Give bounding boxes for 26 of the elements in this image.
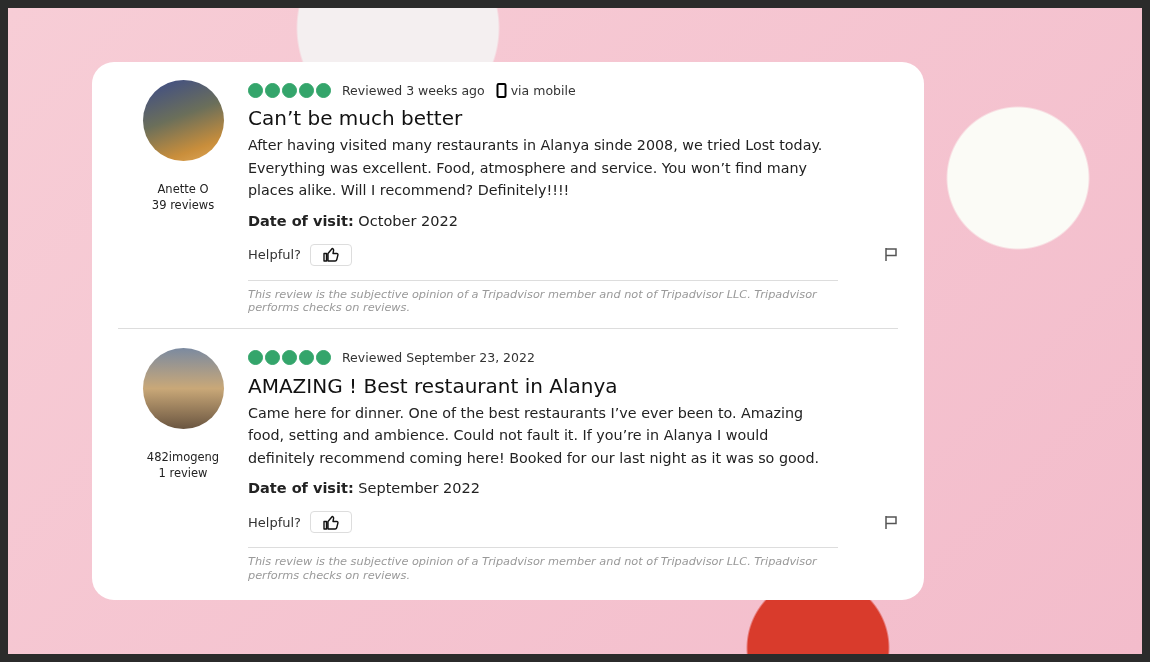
- flag-icon: [884, 514, 898, 530]
- helpful-button[interactable]: [309, 243, 352, 266]
- helpful-label: Helpful?: [248, 514, 301, 530]
- report-button[interactable]: [884, 247, 898, 262]
- review-date: Reviewed 3 weeks ago: [342, 82, 485, 98]
- visit-date: Date of visit: October 2022: [248, 211, 459, 231]
- review-count: 39 reviews: [151, 197, 215, 213]
- review-date: Reviewed September 23, 2022: [342, 350, 535, 365]
- phone-icon: [495, 82, 507, 98]
- device-label: via mobile: [510, 82, 576, 98]
- author-name[interactable]: Anette O: [157, 181, 209, 197]
- review-count: 1 review: [158, 464, 208, 481]
- report-button[interactable]: [884, 514, 898, 530]
- thumbs-up-icon: [322, 247, 339, 262]
- helpful-label: Helpful?: [248, 247, 301, 262]
- disclaimer-text: This review is the subjective opinion of a Tripadvisor member and not of Tripadvisor LLC. Tripadvisor performs checks on reviews.: [248, 287, 818, 315]
- disclaimer-text: This review is the subjective opinion of a Tripadvisor member and not of Tripadvisor LLC. Tripadvisor performs checks on reviews.: [248, 555, 818, 582]
- thumbs-up-icon: [322, 514, 339, 530]
- visit-date: Date of visit: September 2022: [248, 479, 481, 498]
- flag-icon: [884, 247, 898, 262]
- helpful-button[interactable]: [309, 511, 352, 533]
- author-name[interactable]: 482imogeng: [146, 448, 220, 465]
- review-text: Came here for dinner. One of the best restaurants I’ve ever been to. Amazing food, setting and ambience. Could not fault it. If you’re in Alanya I would definitely recommend coming here! Booked for our last night as it was so good.: [248, 403, 821, 468]
- review-text: After having visited many restaurants in Alanya sinde 2008, we tried Lost today. Everything was excellent. Food, atmosphere and service. You won’t find many places alike. Will I recommend? Definitely!!!!: [248, 136, 824, 200]
- review-title[interactable]: Can’t be much better: [248, 104, 838, 132]
- review-title[interactable]: AMAZING ! Best restaurant in Alanya: [248, 371, 838, 400]
